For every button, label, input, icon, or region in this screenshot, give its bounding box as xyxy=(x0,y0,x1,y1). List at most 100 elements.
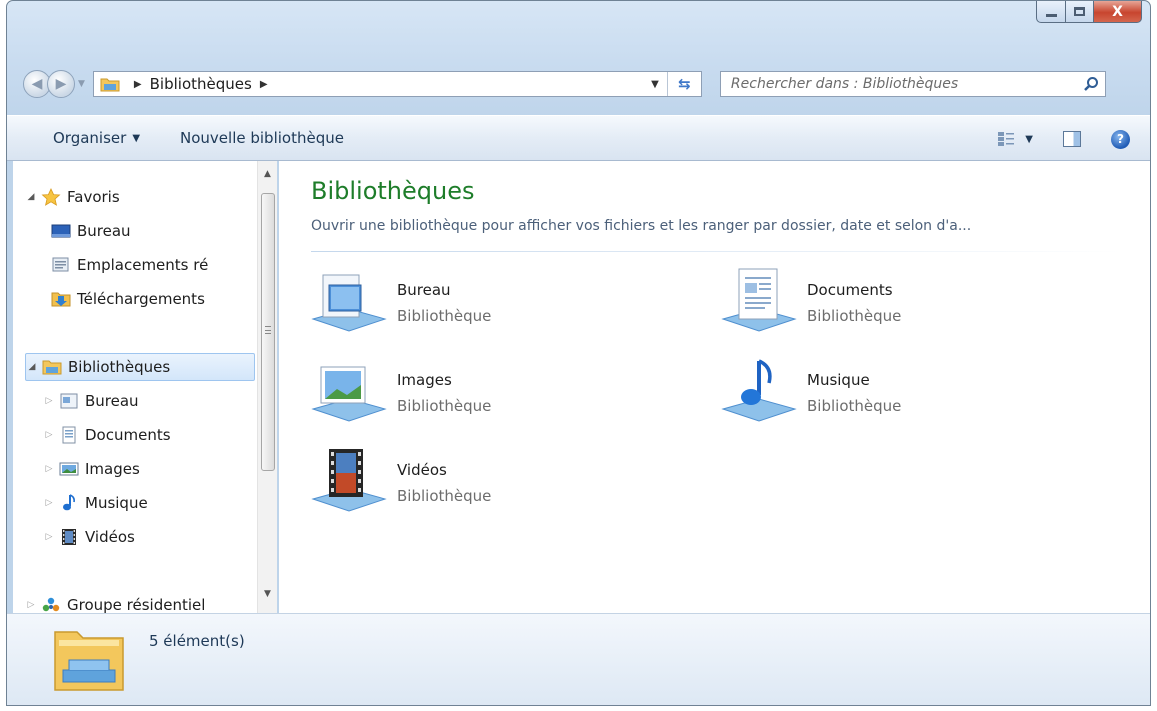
maximize-icon xyxy=(1074,7,1085,16)
nav-item-music[interactable]: ▷ Musique xyxy=(43,489,255,517)
preview-pane-icon[interactable] xyxy=(1063,131,1081,147)
libraries-folder-icon xyxy=(100,78,120,92)
refresh-icon: ⇆ xyxy=(678,75,691,93)
library-tile-text: Images Bibliothèque xyxy=(397,367,491,419)
library-name: Images xyxy=(397,371,452,389)
maximize-button[interactable] xyxy=(1066,1,1094,23)
navigation-pane: ◢ Favoris Bureau Emplacements ré Télécha… xyxy=(13,161,277,614)
downloads-folder-icon xyxy=(51,292,71,307)
library-tile-text: Musique Bibliothèque xyxy=(807,367,901,419)
library-type: Bibliothèque xyxy=(807,397,902,415)
library-tile-music[interactable]: Musique Bibliothèque xyxy=(719,357,1039,427)
collapsed-arrow-icon[interactable]: ▷ xyxy=(43,532,55,542)
forward-button[interactable]: ▶ xyxy=(47,70,75,98)
nav-item-favorites[interactable]: ◢ Favoris xyxy=(25,183,255,211)
nav-item-label: Emplacements ré xyxy=(77,256,209,274)
library-type: Bibliothèque xyxy=(397,307,492,325)
nav-item-label: Bureau xyxy=(77,222,131,240)
desktop-icon xyxy=(51,224,71,238)
search-box[interactable]: Rechercher dans : Bibliothèques xyxy=(719,71,1106,97)
breadcrumb-separator-icon[interactable]: ▶ xyxy=(134,79,142,90)
collapsed-arrow-icon[interactable]: ▷ xyxy=(43,430,55,440)
new-library-label: Nouvelle bibliothèque xyxy=(180,129,344,147)
address-history-dropdown-icon[interactable]: ▼ xyxy=(643,79,667,90)
collapsed-arrow-icon[interactable]: ▷ xyxy=(25,600,37,610)
nav-item-downloads[interactable]: Téléchargements xyxy=(47,285,255,313)
address-bar[interactable]: ▶ Bibliothèques ▶ ▼ ⇆ xyxy=(92,71,702,97)
pictures-library-icon xyxy=(311,366,387,422)
close-button[interactable]: X xyxy=(1094,1,1142,23)
scroll-down-arrow-icon[interactable]: ▼ xyxy=(258,589,277,607)
back-arrow-icon: ◀ xyxy=(31,76,43,92)
expanded-arrow-icon[interactable]: ◢ xyxy=(26,362,38,372)
toolbar-view-controls: ▼ ? xyxy=(997,116,1150,162)
organize-label: Organiser xyxy=(53,129,127,147)
library-tile-images[interactable]: Images Bibliothèque xyxy=(309,357,629,427)
music-note-icon xyxy=(63,494,75,511)
organize-button[interactable]: Organiser ▼ xyxy=(53,129,140,147)
search-icon[interactable] xyxy=(1083,76,1099,92)
minimize-icon xyxy=(1045,14,1057,17)
navigation-bar: ◀ ▶ ▼ ▶ Bibliothèques ▶ ▼ ⇆ Rechercher d… xyxy=(23,67,1150,101)
scroll-up-arrow-icon[interactable]: ▲ xyxy=(258,169,277,187)
nav-item-label: Musique xyxy=(85,494,148,512)
chevron-down-icon: ▼ xyxy=(132,132,141,144)
video-film-icon xyxy=(62,529,76,545)
nav-item-label: Bibliothèques xyxy=(68,358,171,376)
nav-item-libraries[interactable]: ◢ Bibliothèques xyxy=(25,353,255,381)
nav-item-documents[interactable]: ▷ Documents xyxy=(43,421,255,449)
nav-item-label: Groupe résidentiel xyxy=(67,596,206,614)
library-tile-bureau[interactable]: Bureau Bibliothèque xyxy=(309,267,629,337)
address-bar-actions: ▼ ⇆ xyxy=(643,72,701,96)
content-area: Bibliothèques Ouvrir une bibliothèque po… xyxy=(279,161,1150,613)
header-divider xyxy=(311,251,1121,252)
homegroup-icon xyxy=(42,597,60,612)
page-description: Ouvrir une bibliothèque pour afficher vo… xyxy=(311,218,972,234)
desktop-library-icon xyxy=(60,393,78,409)
libraries-folder-icon xyxy=(54,631,124,691)
collapsed-arrow-icon[interactable]: ▷ xyxy=(43,464,55,474)
library-tile-videos[interactable]: Vidéos Bibliothèque xyxy=(309,447,629,517)
nav-item-label: Images xyxy=(85,460,140,478)
command-bar: Organiser ▼ Nouvelle bibliothèque ▼ ? xyxy=(7,115,1150,161)
breadcrumb-libraries[interactable]: Bibliothèques xyxy=(150,75,252,93)
nav-item-images[interactable]: ▷ Images xyxy=(43,455,255,483)
change-view-icon[interactable] xyxy=(997,131,1015,147)
nav-item-label: Bureau xyxy=(85,392,139,410)
nav-item-favorites-bureau[interactable]: Bureau xyxy=(47,217,255,245)
minimize-button[interactable] xyxy=(1036,1,1066,23)
library-name: Documents xyxy=(807,281,893,299)
collapsed-arrow-icon[interactable]: ▷ xyxy=(43,498,55,508)
new-library-button[interactable]: Nouvelle bibliothèque xyxy=(180,129,344,147)
collapsed-arrow-icon[interactable]: ▷ xyxy=(43,396,55,406)
library-tile-documents[interactable]: Documents Bibliothèque xyxy=(719,267,1039,337)
search-input[interactable]: Rechercher dans : Bibliothèques xyxy=(731,76,958,92)
breadcrumb-separator-icon[interactable]: ▶ xyxy=(260,79,268,90)
refresh-button[interactable]: ⇆ xyxy=(666,72,701,96)
scrollbar-thumb[interactable] xyxy=(261,193,275,471)
recent-places-icon xyxy=(52,257,69,272)
library-type: Bibliothèque xyxy=(397,487,492,505)
forward-arrow-icon: ▶ xyxy=(55,76,67,92)
page-title: Bibliothèques xyxy=(311,177,475,205)
view-options-dropdown-icon[interactable]: ▼ xyxy=(1025,134,1033,145)
nav-item-recent-places[interactable]: Emplacements ré xyxy=(47,251,255,279)
recent-pages-dropdown-icon[interactable]: ▼ xyxy=(78,79,85,89)
navigation-scrollbar[interactable]: ▲ ▼ xyxy=(257,161,277,613)
videos-library-icon xyxy=(311,449,387,512)
nav-item-label: Vidéos xyxy=(85,528,135,546)
pictures-icon xyxy=(59,462,79,476)
window-controls: X xyxy=(1036,1,1142,23)
nav-item-libraries-bureau[interactable]: ▷ Bureau xyxy=(43,387,255,415)
library-name: Bureau xyxy=(397,281,451,299)
close-icon: X xyxy=(1112,3,1123,20)
expanded-arrow-icon[interactable]: ◢ xyxy=(25,192,37,202)
nav-item-label: Téléchargements xyxy=(77,290,205,308)
help-icon[interactable]: ? xyxy=(1111,129,1130,149)
library-name: Vidéos xyxy=(397,461,447,479)
documents-icon xyxy=(62,426,76,444)
library-tile-text: Documents Bibliothèque xyxy=(807,277,901,329)
nav-item-videos[interactable]: ▷ Vidéos xyxy=(43,523,255,551)
library-type: Bibliothèque xyxy=(807,307,902,325)
nav-item-label: Documents xyxy=(85,426,171,444)
